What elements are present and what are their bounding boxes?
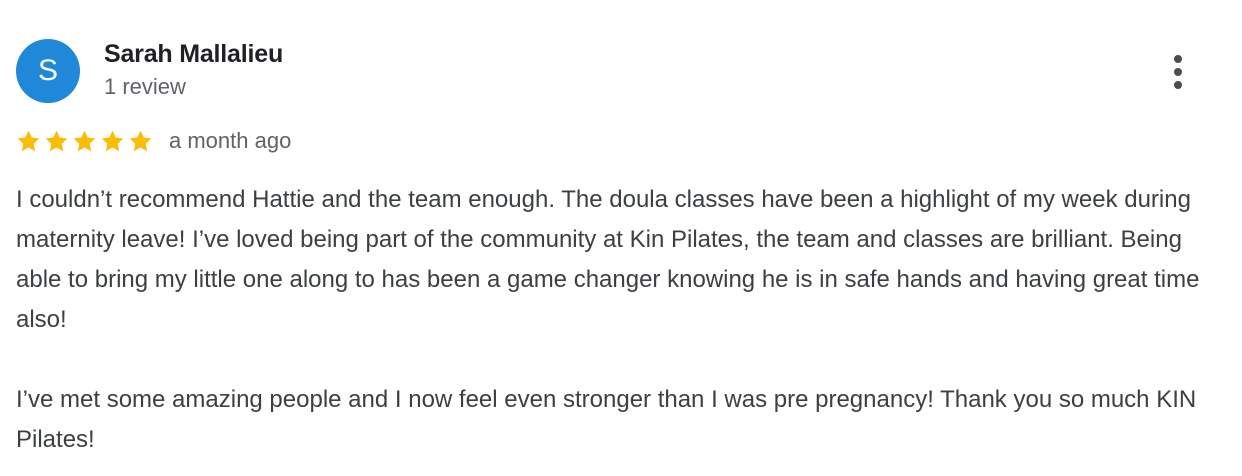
rating-row: a month ago [16,125,291,157]
star-icon [73,130,96,151]
review-date: a month ago [169,128,292,153]
more-vert-icon-dot [1174,68,1182,76]
avatar-initial: S [37,54,58,87]
avatar[interactable]: S [16,39,80,103]
review-card: S Sarah Mallalieu 1 review a month ago I… [0,0,1242,476]
star-icon [17,130,40,151]
more-vert-icon-dot [1174,81,1182,89]
star-rating [16,129,153,154]
review-paragraph: I couldn’t recommend Hattie and the team… [16,186,1207,333]
review-count: 1 review [104,74,186,99]
review-text: I couldn’t recommend Hattie and the team… [16,180,1216,460]
review-paragraph: I’ve met some amazing people and I now f… [16,386,1203,453]
more-vert-icon [1174,55,1182,63]
star-icon [45,130,68,151]
star-icon [101,130,124,151]
reviewer-name[interactable]: Sarah Mallalieu [104,40,283,69]
more-options-button[interactable] [1160,50,1196,94]
star-icon [129,130,152,151]
